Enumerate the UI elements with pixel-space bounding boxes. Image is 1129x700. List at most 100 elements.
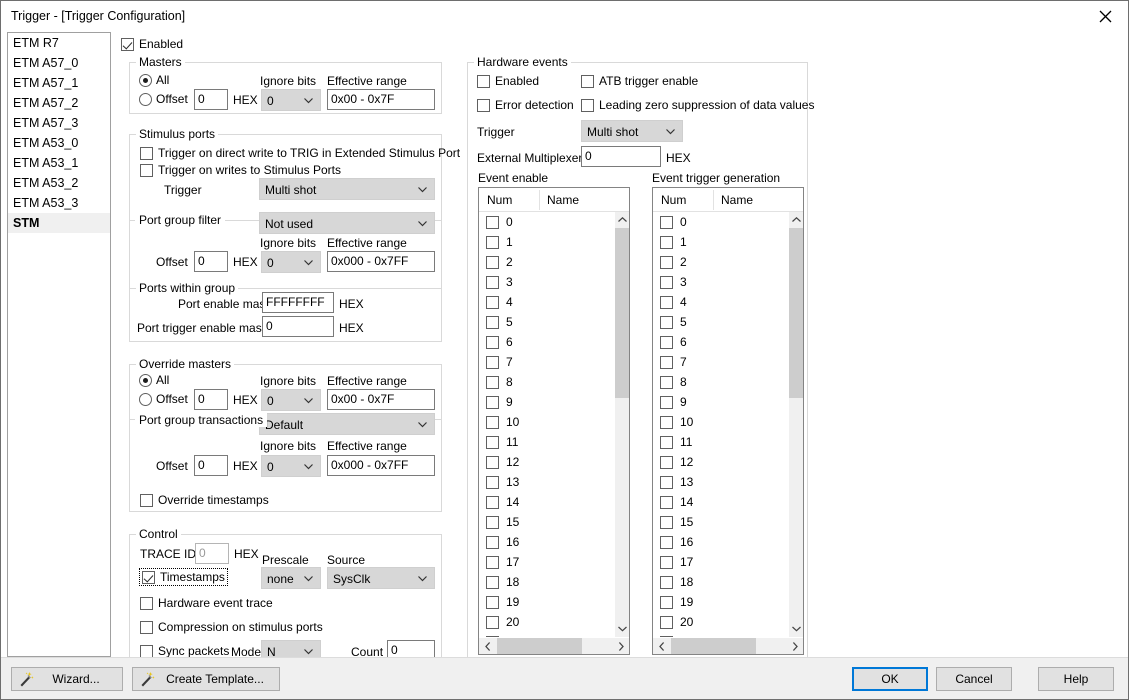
etg-vscrollbar[interactable] (789, 212, 803, 637)
row-checkbox[interactable] (486, 395, 499, 409)
event-enable-hscrollbar[interactable] (479, 637, 629, 654)
list-item[interactable]: 20 (653, 612, 789, 632)
row-checkbox[interactable] (486, 275, 499, 289)
stimulus-trigger-combo[interactable]: Multi shot (259, 178, 435, 200)
row-checkbox[interactable] (486, 415, 499, 429)
list-item[interactable]: 13 (653, 472, 789, 492)
list-item[interactable]: 0 (479, 212, 615, 232)
list-item[interactable]: 9 (653, 392, 789, 412)
row-checkbox[interactable] (660, 255, 673, 269)
port-group-filter-combo[interactable]: Not used (259, 212, 435, 234)
row-checkbox[interactable] (486, 355, 499, 369)
atb-trigger-enable-checkbox[interactable]: ATB trigger enable (581, 74, 698, 88)
list-item[interactable]: 6 (653, 332, 789, 352)
scroll-right-icon[interactable] (786, 638, 803, 654)
trigger-writes-stimulus-checkbox[interactable]: Trigger on writes to Stimulus Ports (140, 163, 341, 177)
list-item[interactable]: 3 (653, 272, 789, 292)
scroll-thumb[interactable] (615, 228, 629, 398)
row-checkbox[interactable] (486, 435, 499, 449)
sync-packets-checkbox[interactable]: Sync packets (140, 644, 229, 658)
event-enable-listbox[interactable]: Num Name 0 1 2 3 4 5 6 7 8 9 10 11 12 13 14 15 16 17 18 19 2… (478, 187, 630, 655)
scroll-thumb[interactable] (497, 638, 582, 654)
timestamps-checkbox[interactable]: Timestamps (139, 568, 228, 586)
close-icon[interactable] (1082, 1, 1128, 31)
row-checkbox[interactable] (660, 335, 673, 349)
list-item[interactable]: 9 (479, 392, 615, 412)
row-checkbox[interactable] (660, 395, 673, 409)
override-timestamps-checkbox[interactable]: Override timestamps (140, 493, 269, 507)
list-item[interactable]: 4 (479, 292, 615, 312)
etg-hscrollbar[interactable] (653, 637, 803, 654)
leading-zero-suppression-checkbox[interactable]: Leading zero suppression of data values (581, 98, 814, 112)
pgf-offset-input[interactable]: 0 (194, 251, 228, 272)
core-list[interactable]: ETM R7 ETM A57_0 ETM A57_1 ETM A57_2 ETM… (7, 32, 111, 657)
list-item[interactable]: 5 (479, 312, 615, 332)
list-item[interactable]: 18 (479, 572, 615, 592)
list-item[interactable]: 15 (653, 512, 789, 532)
row-checkbox[interactable] (660, 275, 673, 289)
list-item[interactable]: 16 (479, 532, 615, 552)
sidebar-item-etm-a53-3[interactable]: ETM A53_3 (8, 193, 110, 213)
sidebar-item-etm-a57-1[interactable]: ETM A57_1 (8, 73, 110, 93)
port-group-transactions-combo[interactable]: Default (259, 413, 435, 435)
compression-checkbox[interactable]: Compression on stimulus ports (140, 620, 323, 634)
port-enable-mask-input[interactable]: FFFFFFFF (262, 292, 334, 313)
trace-id-input[interactable]: 0 (195, 543, 229, 564)
help-button[interactable]: Help (1038, 667, 1114, 691)
override-masters-ignore-bits-combo[interactable]: 0 (261, 389, 321, 411)
scroll-down-icon[interactable] (615, 621, 629, 637)
list-item[interactable]: 11 (479, 432, 615, 452)
list-item[interactable]: 3 (479, 272, 615, 292)
list-item[interactable]: 7 (653, 352, 789, 372)
sidebar-item-etm-a53-2[interactable]: ETM A53_2 (8, 173, 110, 193)
list-item[interactable]: 7 (479, 352, 615, 372)
scroll-up-icon[interactable] (789, 212, 803, 228)
scroll-left-icon[interactable] (653, 638, 670, 654)
row-checkbox[interactable] (486, 475, 499, 489)
row-checkbox[interactable] (660, 515, 673, 529)
row-checkbox[interactable] (486, 495, 499, 509)
enabled-checkbox[interactable]: Enabled (121, 37, 183, 51)
row-checkbox[interactable] (660, 615, 673, 629)
event-trigger-generation-listbox[interactable]: Num Name 0 1 2 3 4 5 6 7 8 9 10 11 12 13 14 15 16 17 18 19 2… (652, 187, 804, 655)
row-checkbox[interactable] (486, 595, 499, 609)
sidebar-item-etm-a57-2[interactable]: ETM A57_2 (8, 93, 110, 113)
row-checkbox[interactable] (660, 595, 673, 609)
row-checkbox[interactable] (660, 455, 673, 469)
wizard-button[interactable]: Wizard... (11, 667, 123, 691)
list-item[interactable]: 18 (653, 572, 789, 592)
row-checkbox[interactable] (660, 375, 673, 389)
row-checkbox[interactable] (486, 455, 499, 469)
list-item[interactable]: 2 (479, 252, 615, 272)
list-item[interactable]: 13 (479, 472, 615, 492)
row-checkbox[interactable] (660, 435, 673, 449)
row-checkbox[interactable] (660, 235, 673, 249)
pgf-ignore-bits-combo[interactable]: 0 (261, 251, 321, 273)
list-item[interactable]: 1 (479, 232, 615, 252)
scroll-thumb[interactable] (671, 638, 756, 654)
row-checkbox[interactable] (486, 215, 499, 229)
sidebar-item-etm-a57-0[interactable]: ETM A57_0 (8, 53, 110, 73)
list-item[interactable]: 0 (653, 212, 789, 232)
row-checkbox[interactable] (660, 495, 673, 509)
row-checkbox[interactable] (660, 575, 673, 589)
scroll-right-icon[interactable] (612, 638, 629, 654)
override-masters-offset-input[interactable]: 0 (194, 389, 228, 410)
masters-radio-offset[interactable]: Offset (139, 92, 188, 106)
sidebar-item-etm-r7[interactable]: ETM R7 (8, 33, 110, 53)
cancel-button[interactable]: Cancel (936, 667, 1012, 691)
list-item[interactable]: 17 (479, 552, 615, 572)
event-enable-vscrollbar[interactable] (615, 212, 629, 637)
override-masters-radio-offset[interactable]: Offset (139, 392, 188, 406)
override-masters-radio-all[interactable]: All (139, 373, 169, 387)
list-item[interactable]: 17 (653, 552, 789, 572)
row-checkbox[interactable] (660, 215, 673, 229)
ok-button[interactable]: OK (852, 667, 928, 691)
hw-trigger-combo[interactable]: Multi shot (581, 120, 683, 142)
sidebar-item-etm-a53-1[interactable]: ETM A53_1 (8, 153, 110, 173)
row-checkbox[interactable] (660, 535, 673, 549)
row-checkbox[interactable] (486, 295, 499, 309)
list-item[interactable]: 2 (653, 252, 789, 272)
row-checkbox[interactable] (660, 555, 673, 569)
list-item[interactable]: 6 (479, 332, 615, 352)
